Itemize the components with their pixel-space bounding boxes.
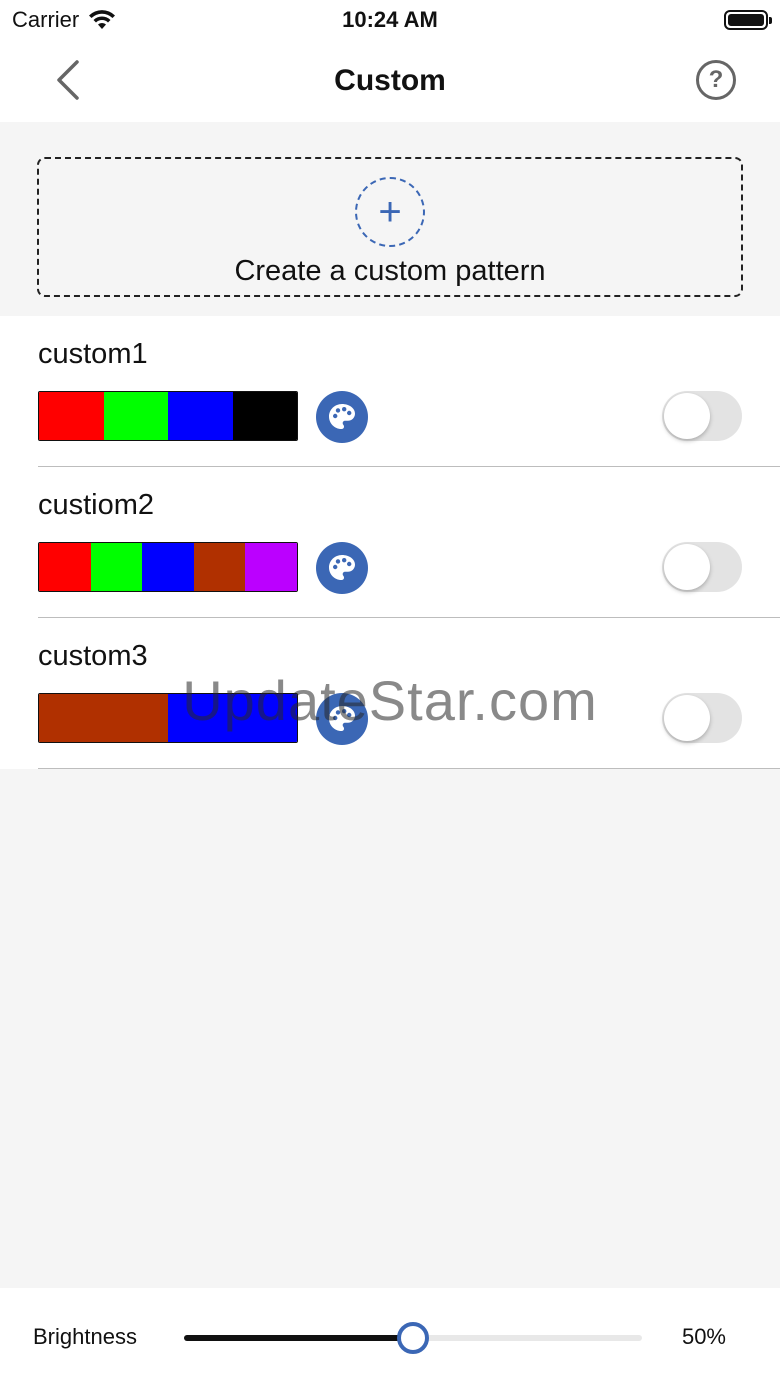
status-bar: Carrier 10:24 AM xyxy=(0,0,780,40)
wifi-icon xyxy=(89,10,116,29)
color-segment xyxy=(142,543,194,591)
color-segment xyxy=(90,543,143,591)
palette-icon xyxy=(329,404,355,429)
battery-level xyxy=(728,14,764,26)
color-segment xyxy=(245,543,297,591)
brightness-slider-thumb[interactable] xyxy=(397,1322,429,1354)
battery-cap xyxy=(769,17,772,24)
pattern-name: custiom2 xyxy=(38,489,155,521)
plus-glyph: + xyxy=(378,190,402,234)
edit-pattern-button[interactable] xyxy=(316,542,368,594)
create-area: + Create a custom pattern xyxy=(0,122,780,316)
pattern-color-strip[interactable] xyxy=(38,391,298,441)
color-segment xyxy=(168,694,297,742)
pattern-name: custom1 xyxy=(38,338,148,370)
pattern-name: custom3 xyxy=(38,640,148,672)
color-segment xyxy=(39,694,168,742)
brightness-label: Brightness xyxy=(33,1324,137,1349)
toggle-knob xyxy=(664,695,710,741)
row-divider xyxy=(38,768,780,769)
brightness-value: 50% xyxy=(681,1324,726,1349)
color-segment xyxy=(193,543,246,591)
plus-icon: + xyxy=(355,177,425,247)
status-left: Carrier xyxy=(12,7,117,33)
palette-icon xyxy=(329,706,355,731)
toggle-knob xyxy=(664,393,710,439)
page-title: Custom xyxy=(334,64,446,97)
back-button[interactable] xyxy=(48,58,88,102)
carrier-label: Carrier xyxy=(12,7,80,32)
pattern-list: custom1 custiom2 custom3 xyxy=(0,316,780,769)
pattern-row: custiom2 xyxy=(0,467,780,618)
create-pattern-label: Create a custom pattern xyxy=(234,255,546,287)
edit-pattern-button[interactable] xyxy=(316,693,368,745)
battery-icon xyxy=(724,10,772,30)
pattern-toggle[interactable] xyxy=(662,391,742,441)
pattern-toggle[interactable] xyxy=(662,693,742,743)
chevron-left-icon xyxy=(57,60,79,100)
toggle-knob xyxy=(664,544,710,590)
help-button[interactable]: ? xyxy=(696,60,736,100)
pattern-row: custom3 xyxy=(0,618,780,769)
nav-bar: Custom ? xyxy=(0,40,780,122)
edit-pattern-button[interactable] xyxy=(316,391,368,443)
pattern-row: custom1 xyxy=(0,316,780,467)
create-pattern-button[interactable]: + Create a custom pattern xyxy=(37,157,743,297)
palette-icon xyxy=(329,555,355,580)
color-segment xyxy=(103,392,168,440)
color-segment xyxy=(39,543,91,591)
pattern-toggle[interactable] xyxy=(662,542,742,592)
color-segment xyxy=(39,392,104,440)
question-mark-icon: ? xyxy=(708,66,724,93)
brightness-bar: Brightness 50% xyxy=(0,1288,780,1387)
color-segment xyxy=(232,392,297,440)
color-segment xyxy=(168,392,233,440)
brightness-slider-fill xyxy=(184,1335,413,1341)
pattern-color-strip[interactable] xyxy=(38,542,298,592)
brightness-slider[interactable] xyxy=(184,1322,642,1354)
pattern-color-strip[interactable] xyxy=(38,693,298,743)
